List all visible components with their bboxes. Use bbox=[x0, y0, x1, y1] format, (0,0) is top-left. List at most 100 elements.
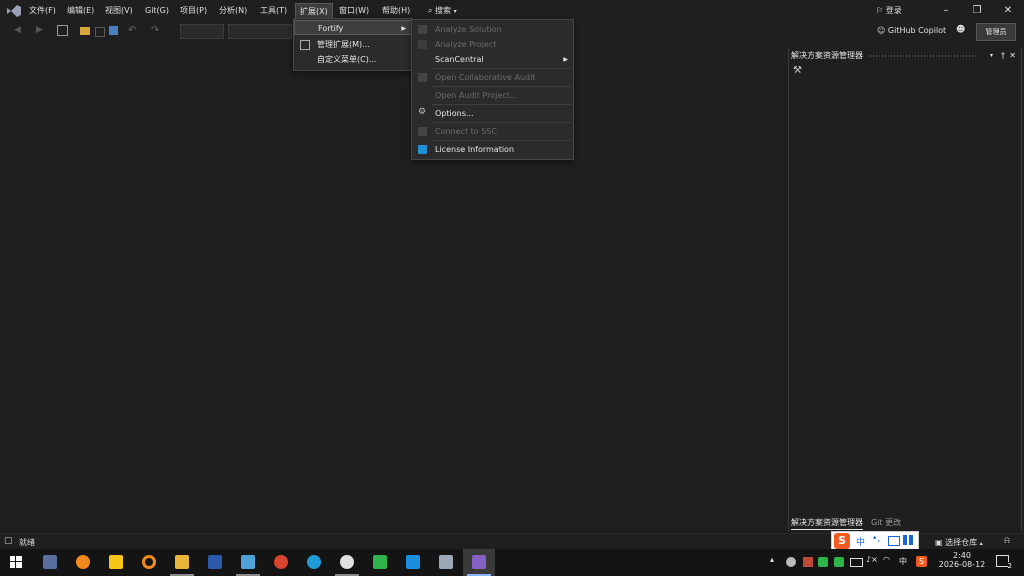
ime-toolbar: S 中 •, bbox=[831, 531, 919, 551]
menu-item-customize-menu[interactable]: 自定义菜单(C)... bbox=[294, 52, 412, 67]
open-folder-icon[interactable] bbox=[80, 27, 90, 35]
menu-item-open-audit-project[interactable]: Open Audit Project... bbox=[412, 88, 573, 104]
menu-edit[interactable]: 编辑(E) bbox=[63, 3, 98, 18]
chevron-down-icon: ▾ bbox=[453, 8, 457, 15]
menu-tools[interactable]: 工具(T) bbox=[256, 3, 291, 18]
connect-ssc-icon bbox=[418, 127, 427, 136]
keyboard-icon[interactable] bbox=[888, 536, 900, 546]
license-icon bbox=[418, 145, 427, 154]
restore-button[interactable]: ❐ bbox=[962, 2, 992, 20]
redo-icon[interactable]: ↷ bbox=[151, 25, 163, 37]
output-icon[interactable]: ▢ bbox=[4, 536, 13, 546]
menu-item-connect-to-ssc[interactable]: Connect to SSC bbox=[412, 124, 573, 140]
toolbox-icon[interactable] bbox=[903, 535, 913, 545]
wrench-icon[interactable]: ⚒ bbox=[793, 65, 802, 76]
platform-dropdown[interactable] bbox=[228, 24, 292, 39]
back-icon[interactable]: ◀ bbox=[14, 25, 26, 37]
menu-item-options[interactable]: ⚙ Options... bbox=[412, 106, 573, 122]
taskbar-file-explorer[interactable] bbox=[166, 549, 198, 576]
taskbar-powershell[interactable] bbox=[199, 549, 231, 576]
menu-help[interactable]: 帮助(H) bbox=[378, 3, 414, 18]
taskbar-avatar-app[interactable] bbox=[331, 549, 363, 576]
action-center-icon[interactable]: 2 bbox=[996, 555, 1012, 570]
new-project-icon[interactable] bbox=[57, 25, 68, 36]
notification-bell-icon[interactable]: ⍾ bbox=[1004, 536, 1010, 546]
menu-item-manage-extensions[interactable]: 管理扩展(M)... bbox=[294, 37, 412, 52]
chevron-down-icon[interactable]: ▾ bbox=[990, 50, 993, 62]
notepad-icon bbox=[241, 555, 255, 569]
solution-explorer-panel bbox=[788, 48, 1022, 531]
menu-view[interactable]: 视图(V) bbox=[101, 3, 137, 18]
magnifier-icon bbox=[142, 555, 156, 569]
taskbar-app-red[interactable] bbox=[265, 549, 297, 576]
tray-app-icon-3[interactable] bbox=[834, 557, 844, 567]
close-button[interactable]: ✕ bbox=[993, 2, 1023, 20]
taskbar-green-app[interactable] bbox=[364, 549, 396, 576]
menu-item-scancentral[interactable]: ScanCentral ▶ bbox=[412, 52, 573, 68]
undo-icon[interactable]: ↶ bbox=[128, 25, 140, 37]
github-copilot-button[interactable]: ☺ GitHub Copilot bbox=[877, 24, 946, 38]
powershell-icon bbox=[208, 555, 222, 569]
minimize-button[interactable]: – bbox=[931, 2, 961, 20]
configuration-dropdown[interactable] bbox=[180, 24, 224, 39]
gear-icon: ⚙ bbox=[418, 107, 427, 117]
menu-project[interactable]: 项目(P) bbox=[176, 3, 211, 18]
taskbar-notepad[interactable] bbox=[232, 549, 264, 576]
windows-start-icon[interactable] bbox=[10, 556, 22, 568]
notification-count: 2 bbox=[1007, 562, 1012, 570]
menu-item-analyze-solution[interactable]: Analyze Solution bbox=[412, 22, 573, 38]
taskbar-search-tool[interactable] bbox=[133, 549, 165, 576]
solution-explorer-tabs: 解决方案资源管理器 Git 更改 bbox=[788, 517, 1020, 530]
clock[interactable]: 2:40 2026-08-12 bbox=[938, 551, 986, 569]
taskbar-edge[interactable] bbox=[298, 549, 330, 576]
taskbar-visual-studio[interactable] bbox=[463, 549, 495, 576]
menu-window[interactable]: 窗口(W) bbox=[335, 3, 373, 18]
volume-icon[interactable]: ♪× bbox=[866, 555, 878, 564]
visual-studio-icon bbox=[472, 555, 486, 569]
menu-analyze[interactable]: 分析(N) bbox=[215, 3, 251, 18]
user-icon: ⚐ bbox=[876, 6, 884, 15]
collaborative-audit-icon bbox=[418, 73, 427, 82]
taskbar-calculator[interactable] bbox=[34, 549, 66, 576]
login-button[interactable]: ⚐ 登录 bbox=[876, 3, 902, 18]
save-icon[interactable] bbox=[95, 27, 105, 37]
pin-icon[interactable]: † bbox=[1001, 50, 1005, 62]
forward-icon[interactable]: ▶ bbox=[36, 25, 48, 37]
tray-app-icon-2[interactable] bbox=[803, 557, 813, 567]
taskbar-media-player[interactable] bbox=[67, 549, 99, 576]
tab-solution-explorer[interactable]: 解决方案资源管理器 bbox=[791, 517, 863, 530]
menu-file[interactable]: 文件(F) bbox=[25, 3, 60, 18]
punctuation-icon[interactable]: •, bbox=[872, 534, 880, 544]
search-box[interactable]: ⌕ 搜索 ▾ bbox=[428, 3, 457, 18]
wifi-icon[interactable]: ◠ bbox=[883, 555, 890, 564]
ime-mode[interactable]: 中 bbox=[856, 535, 865, 548]
tray-overflow-icon[interactable]: ▴ bbox=[770, 555, 774, 564]
taskbar-blue-app[interactable] bbox=[397, 549, 429, 576]
close-icon: ✕ bbox=[1003, 5, 1013, 16]
feedback-icon[interactable]: ☻ bbox=[956, 25, 965, 35]
wechat-tray-icon[interactable] bbox=[818, 557, 828, 567]
menu-item-fortify[interactable]: Fortify ▶ bbox=[294, 20, 412, 35]
fortify-submenu: Analyze Solution Analyze Project ScanCen… bbox=[411, 19, 574, 160]
tray-language[interactable]: 中 bbox=[899, 556, 907, 567]
menu-item-open-collaborative-audit[interactable]: Open Collaborative Audit bbox=[412, 70, 573, 86]
battery-icon[interactable] bbox=[850, 558, 863, 567]
tab-git-changes[interactable]: Git 更改 bbox=[871, 517, 901, 529]
save-all-icon[interactable] bbox=[109, 26, 118, 35]
select-repository-button[interactable]: ▣ 选择仓库 ▴ bbox=[935, 537, 983, 548]
chevron-up-icon: ▴ bbox=[979, 540, 983, 547]
tray-app-icon-1[interactable] bbox=[786, 557, 796, 567]
submenu-arrow-icon: ▶ bbox=[401, 25, 406, 32]
menu-item-license-information[interactable]: License Information bbox=[412, 142, 573, 158]
status-text: 就绪 bbox=[19, 538, 35, 547]
taskbar-gray-app[interactable] bbox=[430, 549, 462, 576]
taskbar-sticky-notes[interactable] bbox=[100, 549, 132, 576]
visual-studio-logo-icon[interactable] bbox=[6, 4, 22, 18]
menu-item-analyze-project[interactable]: Analyze Project bbox=[412, 37, 573, 53]
sogou-tray-icon[interactable]: S bbox=[916, 556, 927, 567]
menu-git[interactable]: Git(G) bbox=[141, 3, 173, 18]
edge-browser-icon bbox=[307, 555, 321, 569]
close-icon[interactable]: ✕ bbox=[1009, 50, 1016, 62]
sogou-logo-icon[interactable]: S bbox=[834, 533, 850, 549]
repository-icon: ▣ bbox=[935, 538, 943, 547]
